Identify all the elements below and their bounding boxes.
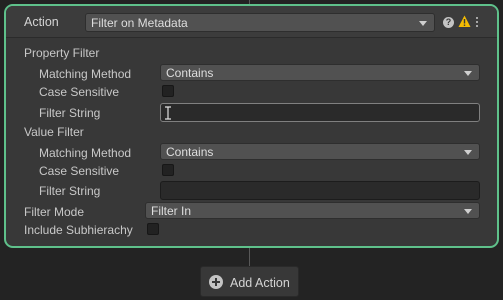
property-filter-string-label: Filter String xyxy=(39,106,101,120)
filter-mode-dropdown[interactable]: Filter In xyxy=(145,202,480,219)
value-matching-method-value: Contains xyxy=(166,144,214,159)
property-matching-method-label: Matching Method xyxy=(39,67,132,81)
value-case-sensitive-checkbox[interactable] xyxy=(162,164,174,176)
property-case-sensitive-checkbox[interactable] xyxy=(162,85,174,97)
add-action-label: Add Action xyxy=(230,276,290,290)
value-matching-method-dropdown[interactable]: Contains xyxy=(160,143,480,160)
text-cursor-icon xyxy=(165,106,171,120)
value-filter-string-label: Filter String xyxy=(39,184,101,198)
property-filter-string-input[interactable] xyxy=(160,103,480,122)
action-dropdown-value: Filter on Metadata xyxy=(91,15,188,30)
help-icon[interactable]: ? xyxy=(443,17,454,28)
action-label: Action xyxy=(24,15,59,29)
action-dropdown[interactable]: Filter on Metadata xyxy=(85,13,435,32)
chevron-down-icon xyxy=(464,149,472,155)
kebab-menu-icon[interactable] xyxy=(476,17,479,28)
property-matching-method-dropdown[interactable]: Contains xyxy=(160,64,480,81)
warning-icon[interactable] xyxy=(458,15,471,28)
add-action-button[interactable]: Add Action xyxy=(200,266,299,297)
connector-line-bottom xyxy=(249,248,250,266)
value-filter-title: Value Filter xyxy=(24,125,84,139)
filter-mode-label: Filter Mode xyxy=(24,205,85,219)
filter-mode-value: Filter In xyxy=(151,203,192,218)
value-matching-method-label: Matching Method xyxy=(39,146,132,160)
chevron-down-icon xyxy=(464,70,472,76)
value-case-sensitive-label: Case Sensitive xyxy=(39,164,120,178)
property-filter-title: Property Filter xyxy=(24,46,100,60)
action-header: Action Filter on Metadata ? xyxy=(6,6,497,38)
value-filter-string-input[interactable] xyxy=(160,181,480,200)
property-matching-method-value: Contains xyxy=(166,65,214,80)
include-subhierarchy-checkbox[interactable] xyxy=(147,223,159,235)
chevron-down-icon xyxy=(464,208,472,214)
plus-circle-icon xyxy=(209,275,223,289)
include-subhierarchy-label: Include Subhierachy xyxy=(24,223,133,237)
chevron-down-icon xyxy=(419,20,427,26)
property-case-sensitive-label: Case Sensitive xyxy=(39,85,120,99)
action-card: Action Filter on Metadata ? Property Fil… xyxy=(4,4,499,248)
